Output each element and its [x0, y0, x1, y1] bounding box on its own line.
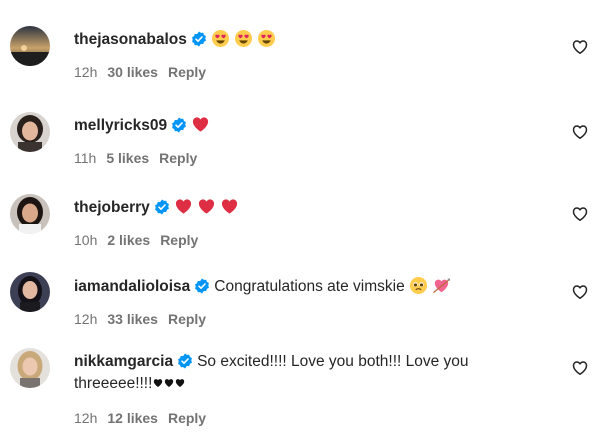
- avatar[interactable]: [10, 348, 50, 388]
- verified-badge-icon: [177, 353, 193, 369]
- reply-button[interactable]: Reply: [168, 64, 206, 80]
- avatar[interactable]: [10, 194, 50, 234]
- heart-outline-icon[interactable]: [572, 360, 588, 376]
- username[interactable]: iamandalioloisa: [74, 278, 190, 295]
- pleading-face-emoji-icon: [409, 276, 428, 295]
- timestamp: 12h: [74, 311, 98, 327]
- username[interactable]: thejoberry: [74, 199, 150, 216]
- username[interactable]: nikkamgarcia: [74, 353, 173, 370]
- heart-outline-icon[interactable]: [572, 124, 588, 140]
- verified-badge-icon: [171, 117, 187, 133]
- avatar[interactable]: [10, 272, 50, 312]
- verified-badge-icon: [154, 199, 170, 215]
- comment-line: nikkamgarcia So excited!!!! Love you both…: [74, 351, 540, 373]
- timestamp: 10h: [74, 232, 98, 248]
- likes-count[interactable]: 33 likes: [107, 311, 158, 327]
- comment-meta: 12h 30 likes Reply: [74, 63, 540, 81]
- black-heart-icon: [164, 373, 174, 387]
- comment-line: thejoberry: [74, 197, 540, 219]
- avatar[interactable]: [10, 112, 50, 152]
- comment-body: thejoberry 10h 2 likes Reply: [74, 197, 540, 249]
- comment-line: mellyricks09: [74, 115, 540, 137]
- comment-body: iamandalioloisa Congratulations ate vimsk…: [74, 276, 540, 328]
- red-heart-emoji-icon: [220, 197, 239, 216]
- comment-body: nikkamgarcia So excited!!!! Love you both…: [74, 351, 540, 427]
- reply-button[interactable]: Reply: [159, 150, 197, 166]
- heart-eyes-emoji-icon: [234, 29, 253, 48]
- heart-outline-icon[interactable]: [572, 206, 588, 222]
- red-heart-emoji-icon: [174, 197, 193, 216]
- likes-count[interactable]: 5 likes: [106, 150, 149, 166]
- heart-outline-icon[interactable]: [572, 39, 588, 55]
- heart-eyes-emoji-icon: [257, 29, 276, 48]
- timestamp: 12h: [74, 64, 98, 80]
- reply-button[interactable]: Reply: [168, 311, 206, 327]
- comment-meta: 12h 33 likes Reply: [74, 310, 540, 328]
- red-heart-emoji-icon: [197, 197, 216, 216]
- timestamp: 12h: [74, 410, 98, 426]
- comment-line-continued: threeeee!!!!: [74, 373, 540, 395]
- red-heart-emoji-icon: [191, 115, 210, 134]
- reply-button[interactable]: Reply: [160, 232, 198, 248]
- comment-body: thejasonabalos 12h 30 likes Reply: [74, 29, 540, 81]
- timestamp: 11h: [74, 150, 97, 166]
- comment-text: Congratulations ate vimskie: [214, 278, 405, 295]
- username[interactable]: mellyricks09: [74, 117, 167, 134]
- black-heart-icon: [153, 373, 163, 387]
- likes-count[interactable]: 2 likes: [107, 232, 150, 248]
- comment-meta: 10h 2 likes Reply: [74, 231, 540, 249]
- likes-count[interactable]: 12 likes: [107, 410, 158, 426]
- avatar[interactable]: [10, 26, 50, 66]
- comment-body: mellyricks09 11h 5 likes Reply: [74, 115, 540, 167]
- username[interactable]: thejasonabalos: [74, 31, 187, 48]
- likes-count[interactable]: 30 likes: [107, 64, 158, 80]
- comment-line: iamandalioloisa Congratulations ate vimsk…: [74, 276, 540, 298]
- comment-meta: 11h 5 likes Reply: [74, 149, 540, 167]
- comment-meta: 12h 12 likes Reply: [74, 409, 540, 427]
- heart-outline-icon[interactable]: [572, 284, 588, 300]
- heart-eyes-emoji-icon: [211, 29, 230, 48]
- comment-text: So excited!!!! Love you both!!! Love you: [197, 353, 469, 370]
- verified-badge-icon: [191, 31, 207, 47]
- verified-badge-icon: [194, 278, 210, 294]
- comment-line: thejasonabalos: [74, 29, 540, 51]
- heart-with-arrow-emoji-icon: [432, 276, 451, 295]
- reply-button[interactable]: Reply: [168, 410, 206, 426]
- black-heart-icon: [175, 373, 185, 387]
- comment-text: threeeee!!!!: [74, 375, 153, 392]
